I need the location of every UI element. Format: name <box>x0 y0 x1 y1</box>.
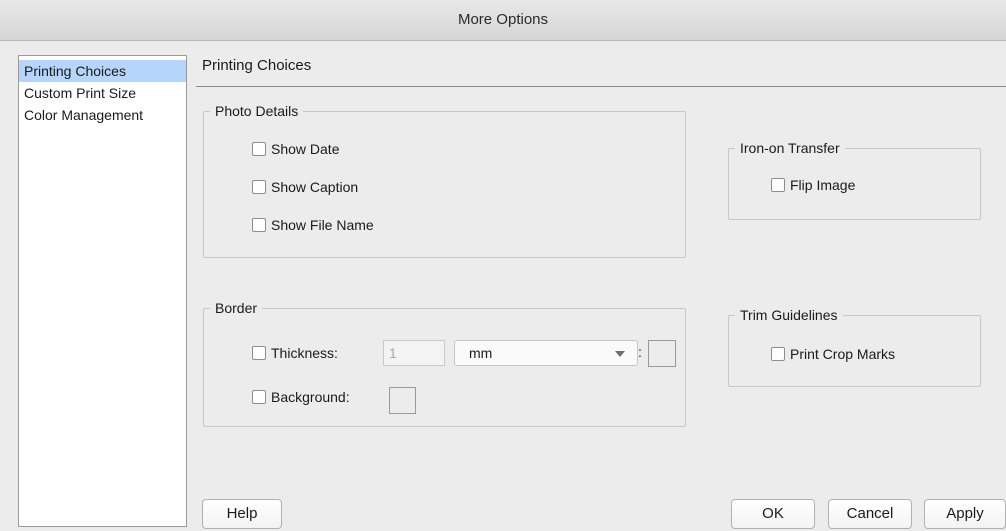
background-label[interactable]: Background: <box>271 389 350 405</box>
flip-image-checkbox[interactable] <box>771 178 785 192</box>
apply-button[interactable]: Apply <box>924 499 1006 529</box>
sidebar-item-printing-choices[interactable]: Printing Choices <box>19 60 186 82</box>
sidebar: Printing Choices Custom Print Size Color… <box>18 55 187 527</box>
background-color-swatch[interactable] <box>389 387 416 414</box>
show-date-checkbox[interactable] <box>252 142 266 156</box>
window-title: More Options <box>0 0 1006 41</box>
thickness-input[interactable]: 1 <box>383 340 445 366</box>
show-date-row[interactable]: Show Date <box>252 141 339 157</box>
photo-details-title: Photo Details <box>210 102 304 120</box>
thickness-checkbox[interactable] <box>252 346 266 360</box>
show-file-name-label[interactable]: Show File Name <box>271 217 374 233</box>
iron-on-transfer-title: Iron-on Transfer <box>735 139 845 157</box>
cancel-button[interactable]: Cancel <box>828 499 912 529</box>
flip-image-label[interactable]: Flip Image <box>790 177 855 193</box>
photo-details-group: Photo Details Show Date Show Caption Sho… <box>203 102 686 258</box>
thickness-label[interactable]: Thickness: <box>271 345 338 361</box>
unit-select-value: mm <box>469 345 493 361</box>
show-caption-row[interactable]: Show Caption <box>252 179 358 195</box>
background-checkbox[interactable] <box>252 390 266 404</box>
print-crop-marks-checkbox[interactable] <box>771 347 785 361</box>
show-caption-checkbox[interactable] <box>252 180 266 194</box>
flip-image-row[interactable]: Flip Image <box>771 177 855 193</box>
show-file-name-checkbox[interactable] <box>252 218 266 232</box>
thickness-row[interactable]: Thickness: <box>252 345 338 361</box>
show-caption-label[interactable]: Show Caption <box>271 179 358 195</box>
panel-title: Printing Choices <box>202 57 312 74</box>
show-file-name-row[interactable]: Show File Name <box>252 217 374 233</box>
trim-guidelines-group: Trim Guidelines Print Crop Marks <box>728 306 981 387</box>
ok-button[interactable]: OK <box>731 499 815 529</box>
sidebar-item-custom-print-size[interactable]: Custom Print Size <box>19 82 186 104</box>
help-button[interactable]: Help <box>202 499 282 529</box>
panel-divider <box>196 86 1006 87</box>
border-title: Border <box>210 299 263 317</box>
border-color-swatch[interactable] <box>648 340 676 367</box>
show-date-label[interactable]: Show Date <box>271 141 339 157</box>
iron-on-transfer-group: Iron-on Transfer Flip Image <box>728 139 981 220</box>
background-row[interactable]: Background: <box>252 389 350 405</box>
unit-select[interactable]: mm <box>454 340 638 366</box>
print-crop-marks-label[interactable]: Print Crop Marks <box>790 346 895 362</box>
sidebar-item-color-management[interactable]: Color Management <box>19 104 186 126</box>
trim-guidelines-title: Trim Guidelines <box>735 306 843 324</box>
border-group: Border Thickness: Background: <box>203 299 686 427</box>
print-crop-marks-row[interactable]: Print Crop Marks <box>771 346 895 362</box>
chevron-down-icon <box>615 351 625 357</box>
thickness-colon: : <box>638 344 642 360</box>
